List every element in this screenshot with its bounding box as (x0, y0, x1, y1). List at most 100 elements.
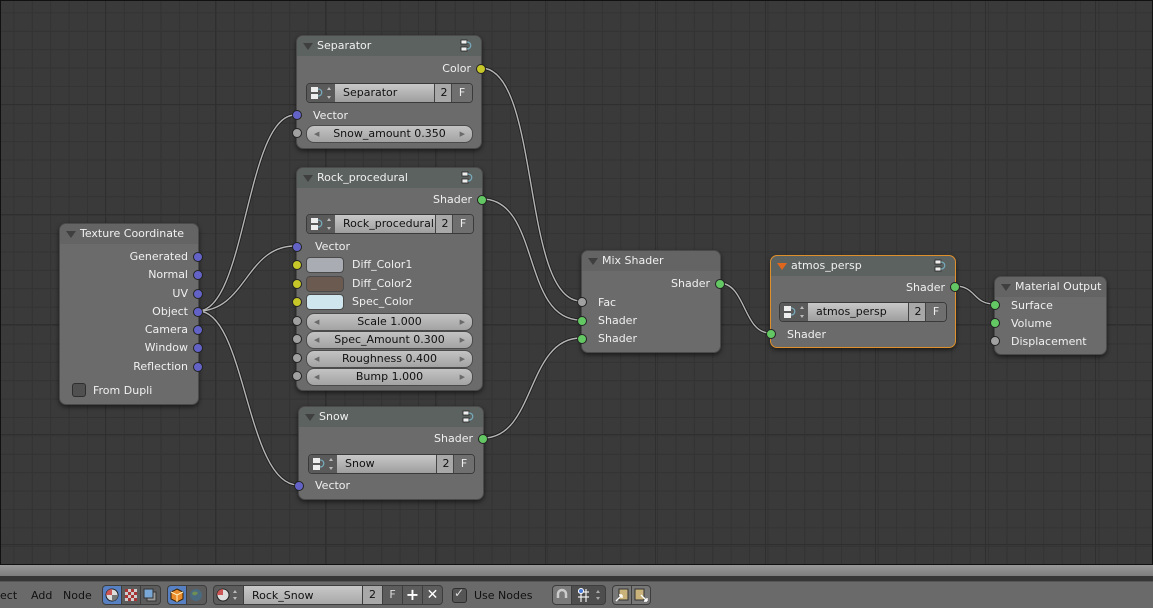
collapse-triangle-icon[interactable] (66, 231, 76, 238)
group-name[interactable]: Rock_procedural (335, 215, 435, 233)
node-header[interactable]: Mix Shader (582, 251, 720, 271)
bump-field[interactable]: ◀ Bump 1.000 ▶ (306, 368, 473, 386)
node-header[interactable]: Texture Coordinate (60, 224, 198, 244)
socket-object[interactable] (193, 307, 203, 317)
menu-select[interactable]: ect (0, 589, 17, 602)
snap-toggle-button[interactable] (552, 585, 572, 605)
socket-normal[interactable] (193, 270, 203, 280)
node-tree-browse-icon[interactable] (780, 303, 808, 321)
socket-diff-color1[interactable] (292, 260, 302, 270)
spec-color-swatch[interactable] (306, 294, 344, 310)
collapse-triangle-icon[interactable] (303, 175, 313, 182)
snow-amount-field[interactable]: ◀ Snow_amount 0.350 ▶ (306, 125, 473, 143)
snap-mode-selector[interactable] (571, 585, 606, 605)
shader-type-button[interactable] (102, 585, 122, 605)
socket-scale[interactable] (292, 316, 302, 326)
socket-diff-color2[interactable] (292, 279, 302, 289)
new-material-button[interactable]: + (402, 585, 423, 605)
world-shader-button[interactable] (186, 585, 207, 605)
group-datablock-selector[interactable]: atmos_persp 2 F (779, 302, 947, 322)
node-atmos-persp[interactable]: atmos_persp Shader atmos_persp 2 F Shade… (766, 255, 960, 348)
socket-snow-amount[interactable] (292, 128, 302, 138)
group-datablock-selector[interactable]: Snow 2 F (308, 454, 475, 474)
group-name[interactable]: Snow (337, 455, 436, 473)
copy-nodes-button[interactable] (612, 585, 632, 605)
fake-user-button[interactable]: F (452, 215, 473, 233)
collapse-triangle-icon[interactable] (303, 43, 313, 50)
fake-user-button[interactable]: F (925, 303, 946, 321)
node-editor-canvas[interactable]: Texture Coordinate Generated Normal UV O… (0, 0, 1153, 565)
socket-displacement[interactable] (990, 336, 1000, 346)
node-header[interactable]: atmos_persp (771, 256, 955, 276)
socket-shader-2[interactable] (577, 334, 587, 344)
group-datablock-selector[interactable]: Separator 2 F (306, 83, 473, 103)
compositing-type-button[interactable] (140, 585, 161, 605)
collapse-triangle-icon[interactable] (777, 263, 787, 270)
socket-vector[interactable] (292, 110, 302, 120)
socket-shader-1[interactable] (577, 316, 587, 326)
node-group-icon[interactable] (462, 410, 475, 423)
node-header[interactable]: Snow (299, 407, 483, 427)
roughness-field[interactable]: ◀ Roughness 0.400 ▶ (306, 350, 473, 368)
node-group-icon[interactable] (461, 171, 474, 184)
socket-surface[interactable] (990, 300, 1000, 310)
socket-shader-out[interactable] (950, 282, 960, 292)
socket-roughness[interactable] (292, 353, 302, 363)
node-header[interactable]: Material Output (995, 277, 1106, 297)
socket-bump[interactable] (292, 371, 302, 381)
material-name-field[interactable]: Rock_Snow (243, 585, 363, 605)
node-separator[interactable]: Separator Color Separator 2 F Vector ◀ Sn… (292, 35, 486, 149)
node-tree-browse-icon[interactable] (309, 455, 337, 473)
group-name[interactable]: Separator (335, 84, 434, 102)
menu-add[interactable]: Add (31, 589, 52, 602)
node-header[interactable]: Separator (297, 36, 481, 56)
socket-spec-color[interactable] (292, 297, 302, 307)
group-datablock-selector[interactable]: Rock_procedural 2 F (306, 214, 474, 234)
socket-generated[interactable] (193, 252, 203, 262)
unlink-material-button[interactable]: ✕ (422, 585, 443, 605)
object-shader-button[interactable] (167, 585, 187, 605)
material-users-count[interactable]: 2 (362, 585, 383, 605)
material-browse-button[interactable] (213, 585, 244, 605)
menu-node[interactable]: Node (63, 589, 92, 602)
socket-window[interactable] (193, 343, 203, 353)
collapse-triangle-icon[interactable] (1001, 284, 1011, 291)
socket-vector[interactable] (292, 242, 302, 252)
socket-camera[interactable] (193, 325, 203, 335)
socket-volume[interactable] (990, 318, 1000, 328)
node-rock-procedural[interactable]: Rock_procedural Shader Rock_procedural 2… (292, 167, 487, 391)
node-header[interactable]: Rock_procedural (297, 168, 482, 188)
fake-user-button[interactable]: F (451, 84, 472, 102)
texture-type-button[interactable] (121, 585, 141, 605)
socket-uv[interactable] (193, 289, 203, 299)
group-name[interactable]: atmos_persp (808, 303, 908, 321)
socket-spec-amount[interactable] (292, 334, 302, 344)
socket-shader-in[interactable] (766, 329, 776, 339)
from-dupli-checkbox[interactable] (72, 383, 86, 397)
use-nodes-checkbox[interactable]: ✓ (452, 586, 467, 603)
diff-color2-swatch[interactable] (306, 276, 344, 292)
node-snow[interactable]: Snow Shader Snow 2 F Vector (294, 406, 488, 500)
socket-shader-out[interactable] (477, 195, 487, 205)
node-tree-browse-icon[interactable] (307, 215, 335, 233)
node-group-icon[interactable] (460, 39, 473, 52)
node-texture-coordinate[interactable]: Texture Coordinate Generated Normal UV O… (59, 223, 203, 405)
socket-vector[interactable] (294, 481, 304, 491)
diff-color1-swatch[interactable] (306, 257, 344, 273)
fake-user-button[interactable]: F (453, 455, 474, 473)
spec-amount-field[interactable]: ◀ Spec_Amount 0.300 ▶ (306, 331, 473, 349)
scale-field[interactable]: ◀ Scale 1.000 ▶ (306, 313, 473, 331)
collapse-triangle-icon[interactable] (588, 258, 598, 265)
socket-shader-out[interactable] (478, 434, 488, 444)
socket-fac[interactable] (577, 297, 587, 307)
node-material-output[interactable]: Material Output Surface Volume Displacem… (990, 276, 1107, 355)
node-tree-browse-icon[interactable] (307, 84, 335, 102)
material-fake-user-button[interactable]: F (382, 585, 403, 605)
socket-reflection[interactable] (193, 362, 203, 372)
node-mix-shader[interactable]: Mix Shader Shader Fac Shader Shader (577, 250, 725, 353)
collapse-triangle-icon[interactable] (305, 414, 315, 421)
paste-nodes-button[interactable] (631, 585, 651, 605)
area-divider[interactable] (0, 565, 1153, 576)
socket-shader-out[interactable] (715, 279, 725, 289)
socket-color[interactable] (476, 64, 486, 74)
